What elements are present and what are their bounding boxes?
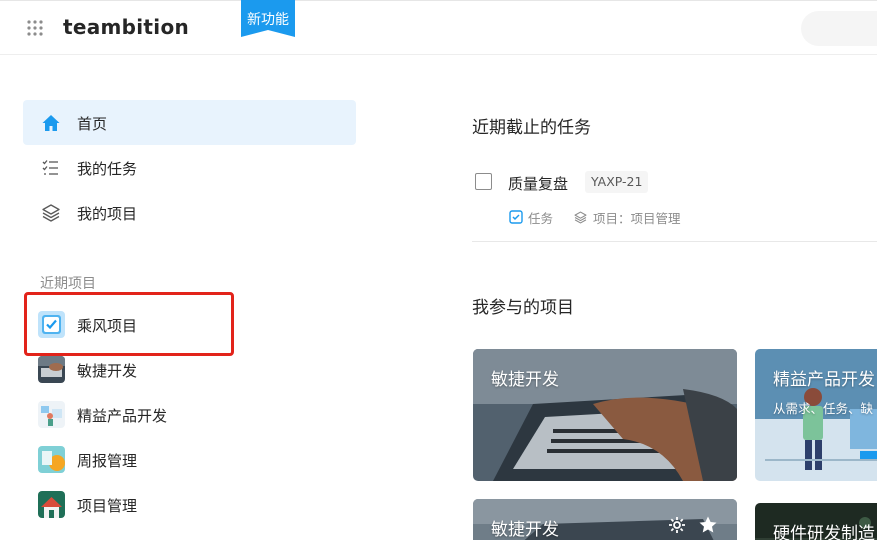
header-top-border [0, 0, 877, 1]
layers-icon [574, 211, 587, 223]
divider [472, 241, 877, 242]
sidebar-item-my-tasks[interactable]: 我的任务 [23, 145, 356, 190]
task-type: 任务 [509, 208, 553, 226]
search-input[interactable] [801, 11, 877, 46]
apps-grid-icon[interactable] [27, 20, 43, 36]
gear-icon[interactable] [667, 515, 687, 535]
house-thumbnail [38, 491, 65, 518]
sidebar-item-label: 我的项目 [77, 205, 138, 223]
recent-project-label: 项目管理 [77, 497, 138, 515]
project-card-subtitle: 从需求、任务、缺 [773, 401, 874, 416]
highlight-annotation-box [24, 292, 234, 356]
task-list-icon [42, 160, 58, 175]
top-header: teambition 新功能 [0, 0, 877, 55]
task-project[interactable]: 项目：项目管理 [573, 208, 681, 226]
task-id-badge: YAXP-21 [585, 171, 649, 193]
project-card-hardware[interactable]: 硬件研发制造 [755, 503, 877, 540]
project-card-title: 硬件研发制造 [773, 524, 875, 540]
due-tasks-heading: 近期截止的任务 [472, 118, 591, 138]
recent-project-label: 敏捷开发 [77, 362, 138, 380]
task-type-icon [509, 210, 523, 224]
project-card-title: 敏捷开发 [491, 520, 559, 540]
sidebar-item-home[interactable]: 首页 [23, 100, 356, 145]
recent-project-label: 周报管理 [77, 452, 138, 470]
recent-project-label: 精益产品开发 [77, 407, 168, 425]
recent-projects-heading: 近期项目 [40, 276, 96, 292]
lean-thumbnail [38, 401, 65, 428]
layers-icon [42, 204, 60, 222]
project-card-title: 敏捷开发 [491, 370, 559, 390]
report-thumbnail [38, 446, 65, 473]
task-title[interactable]: 质量复盘 [508, 173, 568, 194]
new-feature-label: 新功能 [247, 12, 289, 28]
recent-project-item[interactable]: 项目管理 [23, 482, 356, 527]
task-type-label: 任务 [528, 210, 554, 226]
task-checkbox[interactable] [475, 173, 492, 190]
sidebar-item-label: 首页 [77, 115, 108, 133]
task-project-label: 项目：项目管理 [593, 210, 681, 226]
laptop-thumbnail [38, 356, 65, 383]
my-projects-heading: 我参与的项目 [472, 298, 574, 318]
project-card-title: 精益产品开发 [773, 370, 875, 390]
project-card-agile-2[interactable]: 敏捷开发 [473, 499, 737, 540]
home-icon [42, 115, 60, 131]
brand-logo-text[interactable]: teambition [63, 15, 189, 39]
project-card-lean[interactable]: 精益产品开发 从需求、任务、缺 [755, 349, 877, 481]
sidebar-item-label: 我的任务 [77, 160, 138, 178]
recent-project-item[interactable]: 周报管理 [23, 437, 356, 482]
star-icon[interactable] [698, 515, 718, 535]
recent-project-item[interactable]: 精益产品开发 [23, 392, 356, 437]
sidebar-item-my-projects[interactable]: 我的项目 [23, 190, 356, 235]
project-card-agile[interactable]: 敏捷开发 [473, 349, 737, 481]
new-feature-badge[interactable]: 新功能 [241, 0, 295, 37]
